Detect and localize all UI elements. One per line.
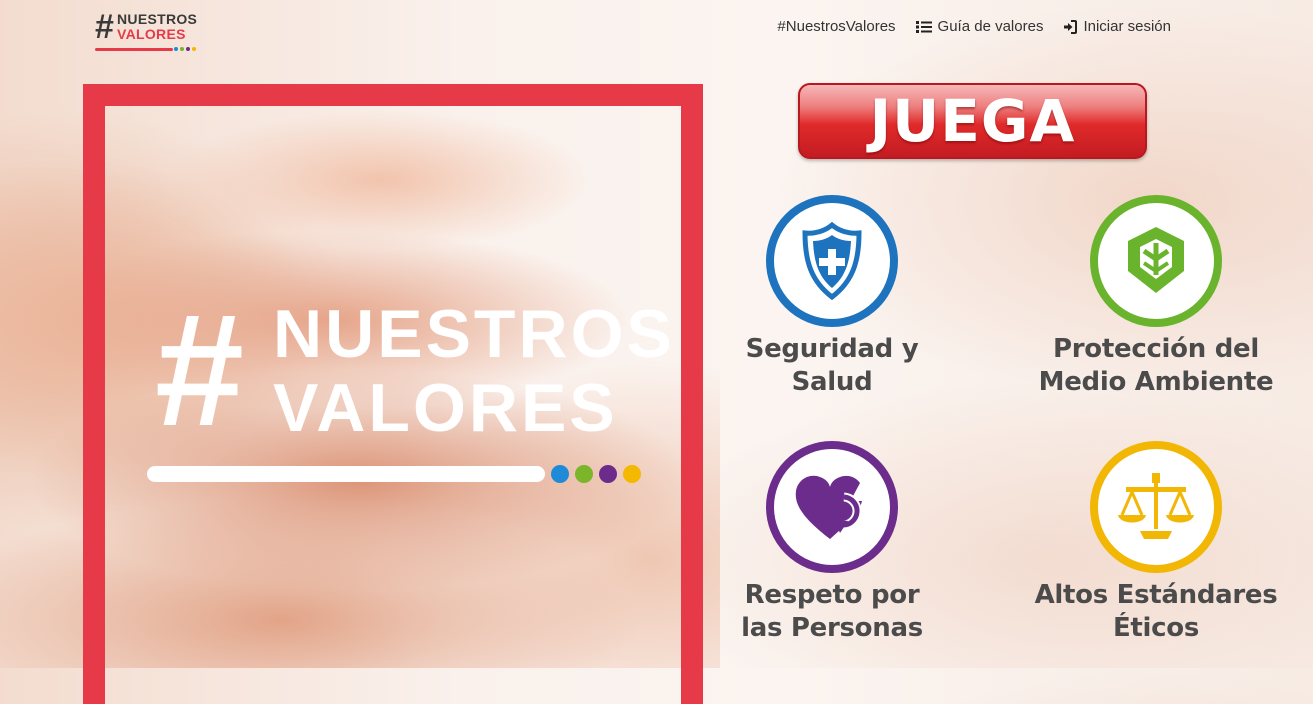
value-respeto-por-las-personas[interactable]: Respeto por las Personas (702, 441, 962, 645)
nav-link-label: Guía de valores (937, 18, 1044, 35)
value-proteccion-medio-ambiente[interactable]: Protección del Medio Ambiente (1026, 195, 1286, 399)
value-label-line2: las Personas (741, 613, 923, 643)
shield-cross-icon (802, 221, 862, 301)
hero-hash: # (155, 280, 244, 459)
value-label-line1: Seguridad y (745, 334, 919, 364)
value-icon-ring (1090, 195, 1222, 327)
logo-hash: # (95, 8, 114, 46)
hero-underline (147, 466, 545, 482)
value-label-line2: Éticos (1112, 613, 1200, 643)
value-label: Protección del Medio Ambiente (1026, 333, 1286, 399)
logo-dot (180, 47, 184, 51)
value-label-line2: Salud (791, 367, 873, 397)
logo-word-valores: VALORES (117, 26, 186, 42)
nav-link-guia-de-valores[interactable]: Guía de valores (915, 18, 1044, 35)
nav-link-iniciar-sesion[interactable]: Iniciar sesión (1063, 18, 1171, 35)
hero-title-line1: NUESTROS (273, 296, 675, 372)
nav-link-label: #NuestrosValores (777, 18, 896, 35)
hero-title-line2: VALORES (273, 370, 618, 446)
heart-arrow-icon (795, 475, 862, 539)
logo-dot (174, 47, 178, 51)
hero-dot (623, 465, 641, 483)
scales-icon (1118, 473, 1194, 539)
hero-title: # NUESTROS VALORES (155, 280, 672, 459)
hero-dot (551, 465, 569, 483)
value-label-line1: Altos Estándares (1034, 580, 1278, 610)
hero-dot (599, 465, 617, 483)
value-icon-ring (1090, 441, 1222, 573)
nav-link-nuestros-valores[interactable]: #NuestrosValores (777, 18, 895, 35)
logo-word-nuestros: NUESTROS (117, 11, 198, 27)
logo-dot (186, 47, 190, 51)
value-label: Altos Estándares Éticos (1026, 579, 1286, 645)
value-icon-ring (766, 441, 898, 573)
logo-color-dots (174, 47, 196, 51)
value-icon-ring (766, 195, 898, 327)
leaf-icon (1128, 227, 1184, 293)
value-label: Seguridad y Salud (702, 333, 962, 399)
logo-underline (95, 48, 173, 51)
logo-dot (192, 47, 196, 51)
nav-link-label: Iniciar sesión (1083, 18, 1171, 35)
sign-in-icon (1064, 19, 1078, 34)
value-label: Respeto por las Personas (702, 579, 962, 645)
list-icon (915, 20, 932, 33)
play-button[interactable]: JUEGA (798, 83, 1147, 159)
value-altos-estandares-eticos[interactable]: Altos Estándares Éticos (1026, 441, 1286, 645)
site-logo[interactable]: # NUESTROS VALORES (95, 8, 198, 54)
value-seguridad-y-salud[interactable]: Seguridad y Salud (702, 195, 962, 399)
play-button-label: JUEGA (869, 87, 1076, 155)
hero-color-dots (551, 465, 641, 483)
value-label-line1: Protección del (1053, 334, 1259, 364)
value-label-line2: Medio Ambiente (1038, 367, 1274, 397)
hero-dot (575, 465, 593, 483)
value-label-line1: Respeto por (744, 580, 920, 610)
top-nav: #NuestrosValores Guía de valores Iniciar… (777, 18, 1171, 35)
